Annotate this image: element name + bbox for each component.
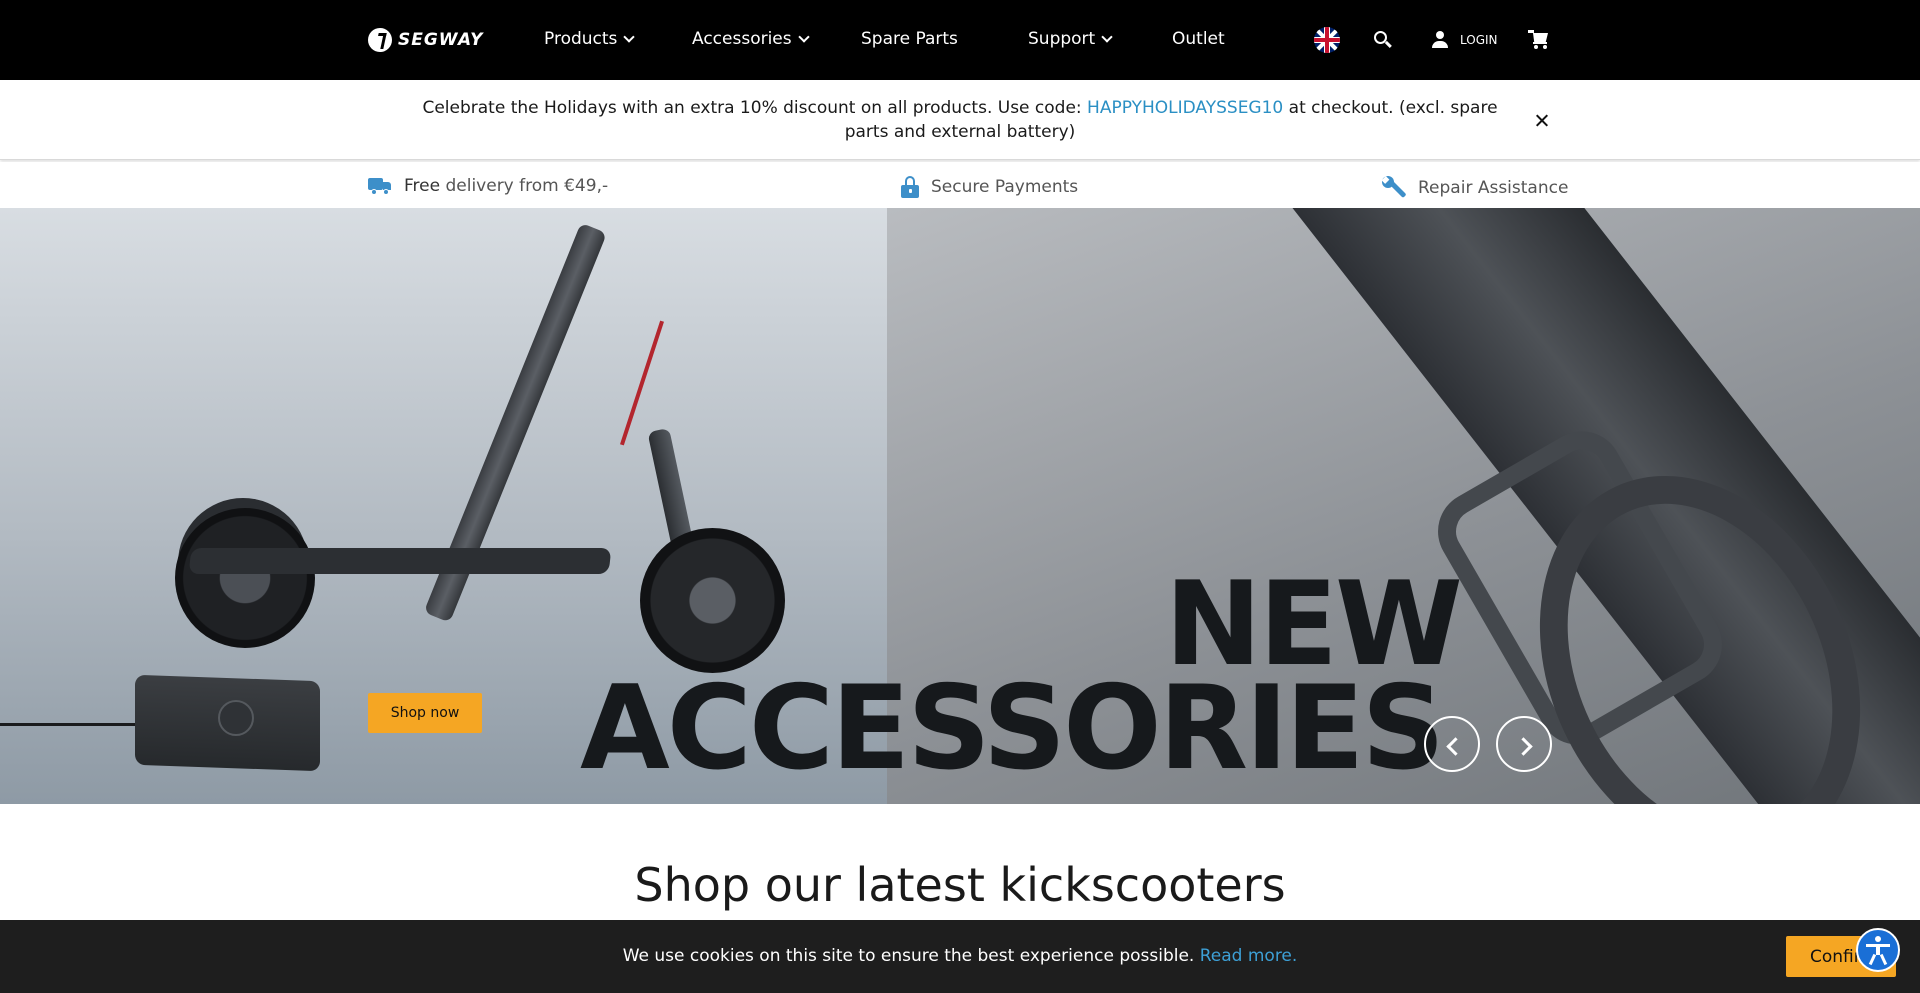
usp-delivery-rest: delivery from €49,- [440,176,609,196]
carousel-prev-button[interactable] [1424,716,1480,772]
cookie-message: We use cookies on this site to ensure th… [622,946,1200,966]
cookie-text: We use cookies on this site to ensure th… [0,946,1920,966]
nav-support[interactable]: Support [1028,29,1113,49]
nav-outlet[interactable]: Outlet [1172,29,1225,49]
nav-support-label: Support [1028,29,1096,49]
scooter-accent [620,320,664,446]
wrench-icon [1381,176,1407,200]
login-link[interactable]: LOGIN [1460,33,1498,47]
promo-text: Celebrate the Holidays with an extra 10%… [400,96,1520,144]
read-more-link[interactable]: Read more. [1200,946,1298,966]
nav-spare-parts-label: Spare Parts [861,29,958,49]
cookie-bar: We use cookies on this site to ensure th… [0,920,1920,993]
nav-spare-parts[interactable]: Spare Parts [861,29,958,49]
nav-products-label: Products [544,29,618,49]
search-icon[interactable] [1374,31,1392,49]
usp-free-delivery: Free delivery from €49,- [368,176,608,196]
close-icon[interactable] [1534,113,1550,129]
nav-accessories[interactable]: Accessories [692,29,810,49]
cart-icon[interactable] [1528,29,1550,51]
carousel-next-button[interactable] [1496,716,1552,772]
shop-now-button[interactable]: Shop now [368,693,482,733]
truck-icon [368,177,392,195]
chevron-down-icon [1101,30,1113,43]
usp-bar: Free delivery from €49,- Secure Payments… [0,162,1920,208]
hero-title-line2: ACCESSORIES [580,661,1445,797]
user-icon[interactable] [1431,31,1449,49]
site-header: SEGWAY Products Accessories Spare Parts … [0,0,1920,80]
segway-logo[interactable]: SEGWAY [368,26,483,54]
promo-text-before: Celebrate the Holidays with an extra 10%… [422,98,1088,118]
hero-carousel: NEW ACCESSORIES Shop now [0,208,1920,804]
chevron-down-icon [797,30,810,43]
uk-flag-icon[interactable] [1314,27,1340,53]
usp-delivery-text: Free delivery from €49,- [404,176,608,196]
usp-secure-payments: Secure Payments [901,176,1078,198]
accessibility-icon[interactable] [1856,928,1900,972]
chevron-down-icon [623,30,636,43]
hero-title: NEW ACCESSORIES [580,557,1500,797]
lock-icon [901,176,919,198]
usp-repair-assistance: Repair Assistance [1381,176,1569,200]
promo-banner: Celebrate the Holidays with an extra 10%… [0,80,1920,160]
nav-accessories-label: Accessories [692,29,792,49]
segway-logo-icon [368,28,392,52]
usp-repair-text: Repair Assistance [1418,178,1569,198]
charger-cable [0,723,140,726]
nav-outlet-label: Outlet [1172,29,1225,49]
scooter-rear-wheel [175,508,315,648]
nav-products[interactable]: Products [544,29,636,49]
logo-text: SEGWAY [398,30,484,50]
promo-code: HAPPYHOLIDAYSSEG10 [1087,98,1284,118]
charger-logo-icon [218,700,254,736]
hero-title-line1: NEW [1164,557,1463,692]
usp-delivery-strong: Free [404,176,441,196]
usp-payments-text: Secure Payments [931,177,1079,197]
scooter-deck [188,548,612,574]
section-title: Shop our latest kickscooters [634,858,1286,912]
